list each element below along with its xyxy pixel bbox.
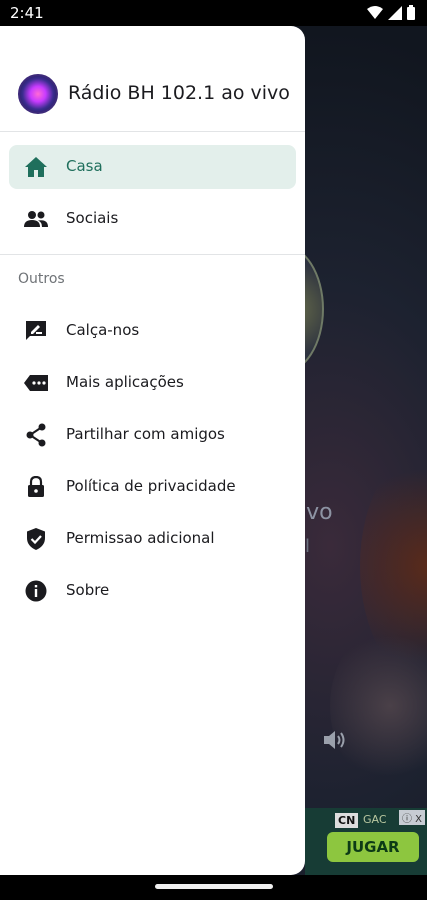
people-icon xyxy=(23,207,49,231)
app-logo xyxy=(18,74,58,114)
menu-item-sociais[interactable]: Sociais xyxy=(9,197,296,241)
ad-play-button[interactable]: JUGAR xyxy=(327,832,419,862)
rate-edit-icon xyxy=(23,319,49,343)
drawer-header: Rádio BH 102.1 ao vivo xyxy=(0,26,305,132)
status-time: 2:41 xyxy=(10,4,44,22)
menu-item-rate[interactable]: Calça-nos xyxy=(9,309,296,353)
status-icons xyxy=(367,5,415,20)
menu-item-label: Partilhar com amigos xyxy=(66,425,225,443)
drawer-app-title: Rádio BH 102.1 ao vivo xyxy=(68,82,290,104)
menu-item-label: Mais aplicações xyxy=(66,373,184,391)
section-label-outros: Outros xyxy=(18,271,65,287)
menu-item-share[interactable]: Partilhar com amigos xyxy=(9,413,296,457)
menu-item-label: Permissao adicional xyxy=(66,529,215,547)
ad-logo: CN xyxy=(335,813,359,828)
menu-item-label: Política de privacidade xyxy=(66,477,236,495)
section-divider xyxy=(0,254,305,255)
info-icon xyxy=(23,579,49,603)
status-bar: 2:41 xyxy=(0,0,427,26)
background-artwork-2 xyxy=(330,626,427,786)
home-icon xyxy=(23,155,49,179)
more-apps-icon xyxy=(23,371,49,395)
header-divider xyxy=(0,131,305,132)
menu-item-about[interactable]: Sobre xyxy=(9,569,296,613)
battery-icon xyxy=(407,5,415,20)
menu-item-casa[interactable]: Casa xyxy=(9,145,296,189)
lock-icon xyxy=(23,475,49,499)
menu-item-privacy[interactable]: Política de privacidade xyxy=(9,465,296,509)
menu-item-more-apps[interactable]: Mais aplicações xyxy=(9,361,296,405)
ad-tag: GAC xyxy=(363,813,387,826)
system-navigation-bar xyxy=(0,875,427,900)
ad-close-button[interactable]: ⓘ X xyxy=(398,810,425,825)
menu-item-permission[interactable]: Permissao adicional xyxy=(9,517,296,561)
menu-item-label: Sobre xyxy=(66,581,110,599)
menu-item-label: Sociais xyxy=(66,209,119,227)
shield-check-icon xyxy=(23,527,49,551)
home-gesture-handle[interactable] xyxy=(155,884,273,889)
navigation-drawer: Rádio BH 102.1 ao vivo Casa Sociais Outr… xyxy=(0,26,305,875)
menu-item-label: Calça-nos xyxy=(66,321,140,339)
volume-icon xyxy=(324,731,345,749)
menu-item-label: Casa xyxy=(66,157,103,175)
ad-banner[interactable]: CN GAC ⓘ X JUGAR xyxy=(305,808,427,875)
cell-signal-icon xyxy=(388,5,402,20)
share-icon xyxy=(23,423,49,447)
wifi-icon xyxy=(367,5,383,19)
